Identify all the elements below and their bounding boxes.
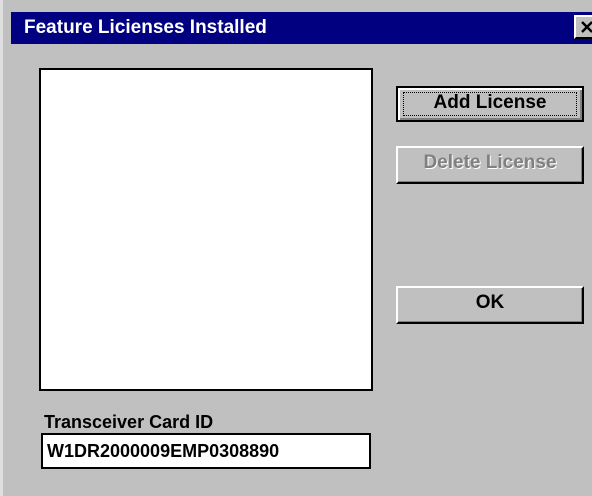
- feature-licenses-dialog: Feature Licienses Installed Add License …: [0, 0, 592, 496]
- transceiver-card-id-label: Transceiver Card ID: [44, 412, 214, 432]
- title-bar[interactable]: Feature Licienses Installed: [11, 12, 592, 44]
- license-list[interactable]: [39, 68, 373, 391]
- ok-button[interactable]: OK: [396, 286, 584, 324]
- delete-license-label: Delete License: [423, 152, 557, 173]
- transceiver-card-id-field[interactable]: W1DR2000009EMP0308890: [41, 433, 371, 469]
- close-button[interactable]: [574, 15, 592, 39]
- delete-license-button[interactable]: Delete License: [396, 146, 584, 184]
- add-license-button[interactable]: Add License: [396, 86, 584, 122]
- ok-label: OK: [475, 292, 505, 313]
- add-license-label: Add License: [433, 92, 547, 113]
- window-title: Feature Licienses Installed: [24, 17, 267, 38]
